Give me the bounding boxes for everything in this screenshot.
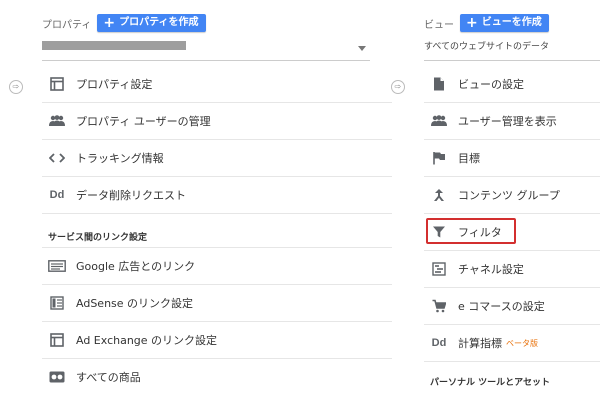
chevron-down-icon [358,46,366,51]
menu-item-label: プロパティ ユーザーの管理 [76,115,211,128]
adsense-icon [48,295,66,311]
menu-item-filters[interactable]: フィルタ [424,214,600,251]
menu-item-label: コンテンツ グループ [458,189,560,202]
document-icon [430,76,448,92]
menu-item-content-grouping[interactable]: コンテンツ グループ [424,177,600,214]
menu-item-google-ads-link[interactable]: Google 広告とのリンク [42,248,392,285]
menu-item-view-user-management[interactable]: ユーザー管理を表示 [424,103,600,140]
all-products-icon [48,369,66,385]
cart-icon [430,298,448,314]
menu-item-tracking-info[interactable]: トラッキング情報 [42,140,392,177]
menu-item-label: ビューの設定 [458,78,524,91]
menu-item-ecommerce-settings[interactable]: e コマースの設定 [424,288,600,325]
menu-item-property-user-management[interactable]: プロパティ ユーザーの管理 [42,103,392,140]
code-icon [48,150,66,166]
expand-icon[interactable]: ⇨ [9,80,23,94]
property-header: プロパティ + プロパティを作成 [42,14,206,32]
property-selector[interactable] [42,40,370,61]
menu-item-goals[interactable]: 目標 [424,140,600,177]
view-selector[interactable]: すべてのウェブサイトのデータ [424,40,600,61]
create-property-button[interactable]: + プロパティを作成 [97,14,206,32]
dd-icon: Dd [49,189,65,201]
plus-icon: + [466,15,478,31]
menu-item-label: すべての商品 [76,371,141,384]
beta-badge: ベータ版 [506,338,538,348]
menu-item-label: Ad Exchange のリンク設定 [76,334,218,347]
menu-item-adsense-link[interactable]: AdSense のリンク設定 [42,285,392,322]
property-menu: プロパティ設定 プロパティ ユーザーの管理 トラッキング情報 Dd データ削除リ… [42,66,392,395]
selected-view: すべてのウェブサイトのデータ [424,42,550,52]
view-header: ビュー + ビューを作成 [424,14,549,32]
ad-exchange-icon [48,332,66,348]
plus-icon: + [103,15,116,31]
menu-item-label: データ削除リクエスト [76,189,186,202]
view-label: ビュー [424,19,454,31]
menu-item-channel-settings[interactable]: チャネル設定 [424,251,600,288]
menu-item-label: ユーザー管理を表示 [458,115,557,128]
menu-item-ad-exchange-link[interactable]: Ad Exchange のリンク設定 [42,322,392,359]
menu-item-label: トラッキング情報 [76,152,164,165]
menu-item-label: プロパティ設定 [76,78,153,91]
google-ads-icon [48,258,66,274]
menu-item-data-deletion[interactable]: Dd データ削除リクエスト [42,177,392,214]
menu-item-label: 目標 [458,152,480,165]
menu-item-calculated-metrics[interactable]: Dd 計算指標 ベータ版 [424,325,600,362]
menu-item-label: 計算指標 [458,337,502,350]
section-title-product-linking: サービス間のリンク設定 [42,214,392,248]
create-view-button[interactable]: + ビューを作成 [460,14,549,32]
channel-icon [430,261,448,277]
redacted-property-name [42,41,186,50]
window-icon [48,76,66,92]
highlight-box [426,218,516,244]
menu-item-label: チャネル設定 [458,263,524,276]
create-property-label: プロパティを作成 [119,17,199,28]
menu-item-label: AdSense のリンク設定 [76,297,194,310]
create-view-label: ビューを作成 [481,17,542,28]
flag-icon [430,150,448,166]
section-title-personal-tools: パーソナル ツールとアセット [430,378,550,388]
content-group-icon [430,187,448,203]
view-menu: ビューの設定 ユーザー管理を表示 目標 コンテンツ グループ フィルタ チャネル… [424,66,600,392]
menu-item-label: Google 広告とのリンク [76,260,196,273]
expand-icon[interactable]: ⇨ [391,80,405,94]
dd-icon: Dd [431,337,447,349]
menu-item-property-settings[interactable]: プロパティ設定 [42,66,392,103]
menu-item-view-settings[interactable]: ビューの設定 [424,66,600,103]
property-label: プロパティ [42,19,92,31]
menu-item-label: e コマースの設定 [458,300,545,313]
people-icon [430,113,448,129]
people-icon [48,113,66,129]
